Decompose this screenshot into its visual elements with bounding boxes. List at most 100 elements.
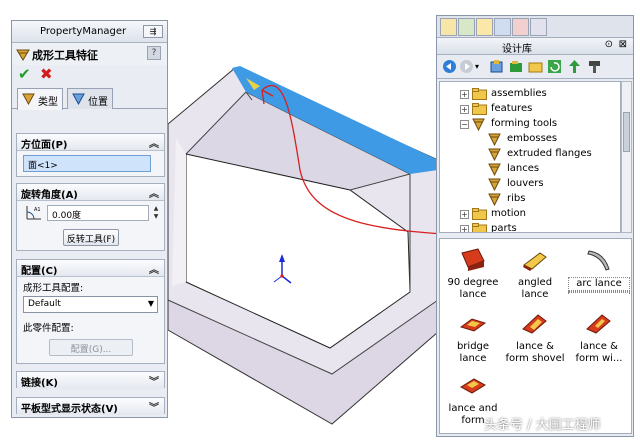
property-manager-title: PropertyManager [40,26,127,37]
chevron-down-icon: ▼ [147,299,154,308]
expand-icon[interactable]: + [460,105,469,114]
tree-scrollbar[interactable] [621,81,632,233]
tab-position[interactable]: 位置 [67,88,113,109]
forming-tool-folder-icon [488,148,501,161]
collapse-icon[interactable]: − [460,120,469,129]
folder-icon [472,88,487,100]
flat-pattern-section-header[interactable]: 平板型式显示状态(V) ︾ [17,398,164,415]
property-manager-header: PropertyManager ⇶ [12,21,167,43]
forming-tool-folder-icon [472,118,485,131]
angle-icon: A1 [26,206,41,220]
face-section-title: 方位面(P) [21,140,68,151]
face-section: 方位面(P) ︽ 面<1> [16,133,165,177]
custom-properties-icon[interactable] [530,18,547,36]
add-to-library-icon[interactable] [489,59,504,74]
type-tab-icon [22,93,35,105]
library-item-label [568,291,630,293]
library-item-lance-form-shovel[interactable]: lance & form shovel [504,311,566,365]
tool-config-value: Default [28,299,61,309]
collapse-icon[interactable]: ︽ [149,135,159,150]
link-section-header[interactable]: 链接(K) ︾ [17,372,164,389]
tab-type[interactable]: 类型 [17,88,63,110]
flip-tool-button[interactable]: 反转工具(F) [63,229,119,246]
library-icon[interactable] [458,18,475,36]
tree-item-label: louvers [507,178,544,189]
config-section: 配置(C) ︽ 成形工具配置: Default ▼ 此零件配置: 配置(G)..… [16,259,165,364]
x-icon[interactable]: ✖ [40,65,53,83]
forming-tool-folder-icon [488,193,501,206]
lance-and-form-icon [460,378,486,394]
refresh-icon[interactable] [547,59,562,74]
folder-icon [472,103,487,115]
face-selection-field[interactable]: 面<1> [23,155,151,172]
part-config-label: 此零件配置: [23,323,74,334]
flat-pattern-section-title: 平板型式显示状态(V) [21,404,118,415]
collapse-icon[interactable]: ︽ [149,185,159,200]
forming-tool-folder-icon [488,163,501,176]
home-icon[interactable] [440,18,457,36]
forming-tool-folder-icon [488,178,501,191]
config-section-title: 配置(C) [21,266,58,277]
feature-header: 成形工具特征 ? [12,43,167,65]
pin-icon[interactable]: ⊙ [605,39,613,50]
tree-item-label: features [491,103,533,114]
tool-config-select[interactable]: Default ▼ [23,296,158,313]
config-section-header[interactable]: 配置(C) ︽ [17,260,164,277]
library-item-label: lance [459,289,487,300]
appearance-icon[interactable] [512,18,529,36]
library-item-bridge-lance[interactable]: bridge lance [442,311,504,365]
link-section: 链接(K) ︾ [16,371,165,389]
library-item-lance-form-wi[interactable]: lance & form wi... [568,311,630,365]
angle-spinner[interactable]: ▲ ▼ [151,205,161,221]
rotation-section-header[interactable]: 旋转角度(A) ︽ [17,184,164,201]
face-section-header[interactable]: 方位面(P) ︽ [17,134,164,151]
close-icon[interactable]: ⊠ [619,39,627,50]
design-library-title: 设计库 [502,44,532,55]
library-item-label: form wi... [575,353,623,364]
add-file-location-icon[interactable] [509,59,524,74]
library-item-label: angled [517,277,553,288]
angled-lance-icon [523,252,547,271]
rotation-section: 旋转角度(A) ︽ A1 0.00度 ▲ ▼ 反转工具(F) [16,183,165,251]
new-folder-icon[interactable] [528,59,543,74]
tree-item-label: extruded flanges [507,148,592,159]
expand-icon[interactable]: ⇶ [143,25,163,38]
arc-lance-icon [587,250,610,271]
library-item-label: 90 degree [447,277,499,288]
expand-icon[interactable]: + [460,90,469,99]
check-icon[interactable]: ✔ [18,65,31,83]
library-item-arc-lance[interactable]: arc lance [568,247,630,293]
90-degree-lance-icon [461,248,485,271]
forming-tool-folder-icon [488,133,501,146]
library-item-label: bridge [456,341,490,352]
scrollbar-thumb[interactable] [623,112,630,152]
up-folder-icon[interactable] [567,59,582,74]
config-button[interactable]: 配置(G)... [49,339,133,356]
back-icon[interactable] [442,59,457,74]
collapse-icon[interactable]: ︽ [149,261,159,276]
library-item-angled-lance[interactable]: angled lance [504,247,566,301]
task-pane-tabs [437,16,633,38]
property-manager: PropertyManager ⇶ 成形工具特征 ? ✔ ✖ 类型 位置 方位面… [11,20,168,418]
help-button[interactable]: ? [147,46,161,60]
expand-icon[interactable]: + [460,210,469,219]
ok-cancel-row: ✔ ✖ [12,65,167,85]
tree-item-label: lances [507,163,540,174]
library-item-90-degree-lance[interactable]: 90 degree lance [442,247,504,301]
toolbox-icon[interactable] [587,59,602,74]
library-items-pane: 90 degree lance angled lance arc lance b… [439,238,632,434]
tab-position-label: 位置 [88,97,108,108]
forward-icon[interactable] [459,59,474,74]
view-palette-icon[interactable] [494,18,511,36]
chevron-down-icon[interactable]: ▾ [475,59,490,74]
tree-item-label: assemblies [491,88,547,99]
design-library: 设计库 ⊙ ⊠ ▾ + assemblies + features − form… [436,15,634,437]
expand-icon[interactable]: ︾ [149,399,159,414]
folder-icon[interactable] [476,18,493,36]
tree-item-label: embosses [507,133,558,144]
expand-icon[interactable]: + [460,225,469,232]
rotation-angle-input[interactable]: 0.00度 [47,205,149,221]
design-library-header: 设计库 ⊙ ⊠ [437,38,633,55]
expand-icon[interactable]: ︾ [149,373,159,388]
rotation-section-title: 旋转角度(A) [21,190,78,201]
